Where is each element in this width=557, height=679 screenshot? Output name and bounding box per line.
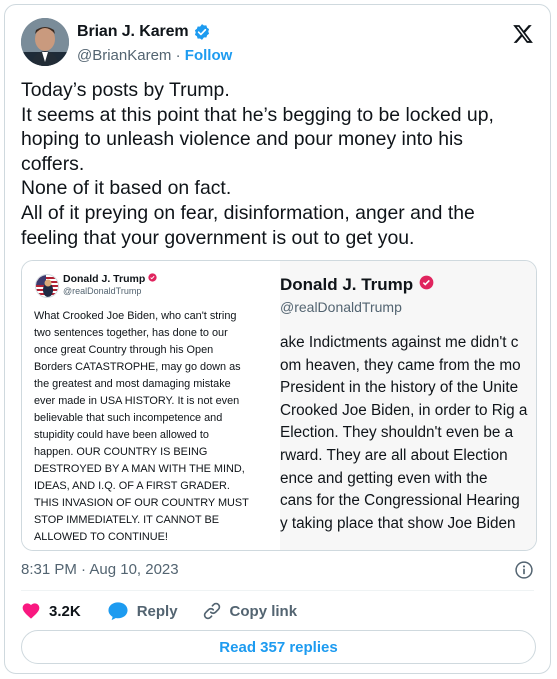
copy-link-button[interactable]: Copy link: [202, 601, 298, 621]
left-pane-line: once great Country through his Open: [34, 344, 214, 356]
right-pane-body: ake Indictments against me didn't c om h…: [280, 332, 527, 535]
media-image-left[interactable]: Donald J. Trump @realDonaldTrump What Cr…: [22, 261, 280, 550]
verified-badge-icon: [193, 23, 211, 41]
link-icon: [202, 601, 222, 621]
timestamp[interactable]: 8:31 PM · Aug 10, 2023: [21, 561, 179, 578]
right-pane-line: ence and getting even with the: [280, 469, 488, 487]
copy-link-label: Copy link: [229, 602, 298, 620]
right-pane-line: cans for the Congressional Hearing: [280, 492, 520, 510]
tweet-text-line: Today’s posts by Trump.: [21, 79, 230, 101]
action-bar: 3.2K Reply Copy link: [21, 599, 297, 623]
author-handle-row: @BrianKarem · Follow: [77, 47, 232, 64]
right-pane-handle: @realDonaldTrump: [280, 299, 402, 315]
left-pane-line: believable that such incompetence and: [34, 412, 223, 424]
x-logo-icon[interactable]: [512, 23, 534, 45]
left-pane-name: Donald J. Trump: [63, 273, 146, 285]
left-pane-line: What Crooked Joe Biden, who can't string: [34, 310, 237, 322]
left-pane-line: ever made in USA HISTORY. It is not even: [34, 395, 240, 407]
right-pane-line: y taking place that show Joe Biden: [280, 514, 516, 532]
right-pane-line: om heaven, they came from the mo: [280, 356, 521, 374]
left-pane-body: What Crooked Joe Biden, who can't string…: [34, 308, 280, 546]
left-pane-line: ALLOWED TO CONTINUE!: [34, 531, 168, 543]
right-pane-line: President in the history of the Unite: [280, 379, 519, 397]
tweet-text-line: feeling that your government is out to g…: [21, 226, 415, 249]
gold-verified-badge-icon: [419, 275, 434, 295]
left-pane-line: two sentences together, has done to our: [34, 327, 228, 339]
left-pane-line: stupidity could have been allowed to: [34, 429, 209, 441]
read-replies-button[interactable]: Read 357 replies: [21, 630, 536, 664]
left-pane-line: the greatest and most damaging mistake: [34, 378, 231, 390]
follow-button[interactable]: Follow: [185, 47, 233, 64]
heart-icon: [21, 601, 41, 621]
tweet-text-line: coffers.: [21, 152, 85, 175]
right-pane-line: ake Indictments against me didn't c: [280, 334, 519, 351]
trump-avatar-flag: [35, 274, 59, 298]
handle-separator: ·: [171, 47, 185, 64]
left-pane-line: IDEAS, AND I.Q. OF A FIRST GRADER.: [34, 480, 230, 492]
tweet-card: Brian J. Karem @BrianKarem · Follow Toda…: [4, 4, 551, 674]
divider: [21, 590, 534, 591]
reply-bubble-icon: [107, 601, 129, 621]
avatar[interactable]: [21, 18, 69, 66]
right-pane-name: Donald J. Trump: [280, 275, 414, 294]
author-handle[interactable]: @BrianKarem: [77, 47, 171, 64]
media-gallery[interactable]: Donald J. Trump @realDonaldTrump What Cr…: [21, 260, 537, 551]
left-pane-line: Borders CATASTROPHE, may go down as: [34, 361, 241, 373]
tweet-text-line: None of it based on fact.: [21, 177, 232, 200]
reply-button[interactable]: Reply: [107, 601, 178, 621]
left-pane-line: THIS INVASION OF OUR COUNTRY MUST: [34, 497, 249, 509]
tweet-text-line: All of it preying on fear, disinformatio…: [21, 201, 475, 224]
left-pane-line: STOP IMMEDIATELY. IT CANNOT BE: [34, 514, 219, 526]
left-pane-line: happen. OUR COUNTRY IS BEING: [34, 446, 208, 458]
left-pane-line: DESTROYED BY A MAN WITH THE MIND,: [34, 463, 245, 475]
right-pane-line: Crooked Joe Biden, in order to Rig a: [280, 401, 528, 419]
left-pane-name-row: Donald J. Trump: [63, 273, 157, 285]
right-pane-name-row: Donald J. Trump: [280, 275, 434, 295]
left-pane-handle: @realDonaldTrump: [63, 286, 142, 296]
media-image-right[interactable]: Donald J. Trump @realDonaldTrump ake Ind…: [280, 261, 536, 550]
tweet-text-line: hoping to unleash violence and pour mone…: [21, 128, 463, 151]
tweet-text: Today’s posts by Trump. It seems at this…: [21, 78, 536, 250]
info-icon[interactable]: [514, 560, 534, 580]
author-name[interactable]: Brian J. Karem: [77, 23, 189, 41]
right-pane-line: Election. They shouldn't even be a: [280, 424, 514, 442]
author-name-row: Brian J. Karem: [77, 23, 211, 41]
like-count: 3.2K: [49, 602, 81, 620]
tweet-text-line: It seems at this point that he’s begging…: [21, 103, 494, 126]
like-button[interactable]: 3.2K: [21, 601, 81, 621]
right-pane-line: rward. They are all about Election: [280, 446, 508, 464]
reply-label: Reply: [136, 602, 178, 620]
gold-verified-badge-icon: [148, 273, 157, 285]
